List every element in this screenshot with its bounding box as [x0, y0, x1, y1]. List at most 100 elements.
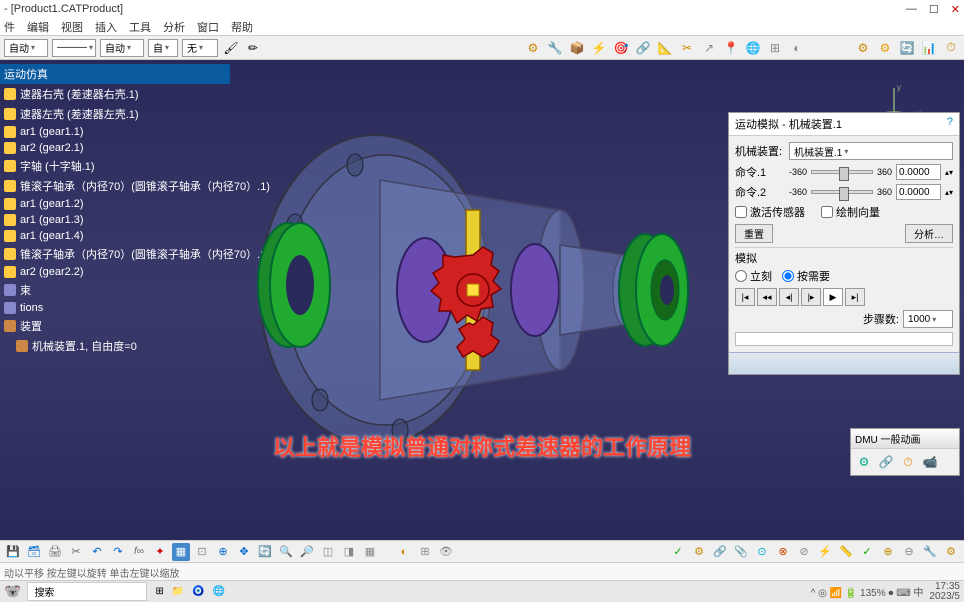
dmu-icon-3[interactable]: ⏱ [899, 453, 917, 471]
hide-icon[interactable]: 👁 [437, 543, 455, 561]
tool-i-icon[interactable]: 📏 [837, 543, 855, 561]
cmd2-value[interactable] [896, 184, 941, 200]
combo-auto-1[interactable]: 自动 [4, 39, 48, 57]
tool-icon-6[interactable]: 🔗 [634, 39, 652, 57]
menu-tools[interactable]: 工具 [129, 19, 151, 35]
fit-icon[interactable]: ⊕ [214, 543, 232, 561]
tool-l-icon[interactable]: ⊖ [900, 543, 918, 561]
tool-a-icon[interactable]: ✓ [669, 543, 687, 561]
cmd1-slider[interactable] [811, 170, 873, 174]
iso-icon[interactable]: ◨ [340, 543, 358, 561]
menu-file[interactable]: 件 [4, 19, 15, 35]
save-all-icon[interactable]: 🗃 [25, 543, 43, 561]
dmu-icon-1[interactable]: ⚙ [855, 453, 873, 471]
tool-d-icon[interactable]: 📎 [732, 543, 750, 561]
tool-b-icon[interactable]: ⚙ [690, 543, 708, 561]
cut-icon[interactable]: ✂ [67, 543, 85, 561]
redo-icon[interactable]: ↷ [109, 543, 127, 561]
shade-icon[interactable]: ◐ [395, 543, 413, 561]
print-icon[interactable]: 🖨 [46, 543, 64, 561]
tool-k-icon[interactable]: ⊕ [879, 543, 897, 561]
vector-checkbox[interactable]: 绘制向量 [821, 204, 880, 220]
combo-none[interactable]: 无 [182, 39, 218, 57]
rotate-icon[interactable]: 🔄 [256, 543, 274, 561]
normal-view-icon[interactable]: ◫ [319, 543, 337, 561]
menu-analyze[interactable]: 分析 [163, 19, 185, 35]
tool-f-icon[interactable]: ⊗ [774, 543, 792, 561]
zoom-in-icon[interactable]: 🔍 [277, 543, 295, 561]
tool-j-icon[interactable]: ✓ [858, 543, 876, 561]
sim-icon-5[interactable]: ⏱ [942, 39, 960, 57]
tool-icon-11[interactable]: 🌐 [744, 39, 762, 57]
menu-edit[interactable]: 编辑 [27, 19, 49, 35]
multi-view-icon[interactable]: ▦ [361, 543, 379, 561]
axis-icon[interactable]: ✦ [151, 543, 169, 561]
save-icon[interactable]: 💾 [4, 543, 22, 561]
tool-icon-4[interactable]: ⚡ [590, 39, 608, 57]
tool-icon-5[interactable]: 🎯 [612, 39, 630, 57]
menu-window[interactable]: 窗口 [197, 19, 219, 35]
combo-line[interactable]: ——— [52, 39, 96, 57]
koala-icon[interactable]: 🐨 [4, 583, 21, 600]
tool-icon-3[interactable]: 📦 [568, 39, 586, 57]
tool-icon-12[interactable]: ⊞ [766, 39, 784, 57]
sim-icon-1[interactable]: ⚙ [854, 39, 872, 57]
rewind-button[interactable]: ◂◂ [757, 288, 777, 306]
menu-insert[interactable]: 插入 [95, 19, 117, 35]
step-fwd-button[interactable]: |▸ [801, 288, 821, 306]
dmu-icon-2[interactable]: 🔗 [877, 453, 895, 471]
combo-auto-2[interactable]: 自动 [100, 39, 144, 57]
tool-icon-8[interactable]: ✂ [678, 39, 696, 57]
paint-icon[interactable]: 🖌 [222, 39, 240, 57]
play-button[interactable]: ▶ [823, 288, 843, 306]
edge-icon[interactable]: 🌐 [213, 586, 225, 597]
dmu-icon-4[interactable]: 📹 [921, 453, 939, 471]
grid-icon[interactable]: ▦ [172, 543, 190, 561]
tool-m-icon[interactable]: 🔧 [921, 543, 939, 561]
device-combo[interactable]: 机械装置.1 [789, 142, 953, 160]
step-back-button[interactable]: ◂| [779, 288, 799, 306]
close-button[interactable]: ✕ [951, 3, 960, 16]
view-icon-1[interactable]: ⊡ [193, 543, 211, 561]
app-icon[interactable]: 🧿 [192, 586, 204, 597]
menu-view[interactable]: 视图 [61, 19, 83, 35]
brush-icon[interactable]: ✏ [244, 39, 262, 57]
sim-icon-2[interactable]: ⚙ [876, 39, 894, 57]
menu-help[interactable]: 帮助 [231, 19, 253, 35]
sim-icon-4[interactable]: 📊 [920, 39, 938, 57]
spinner-icon[interactable]: ▴▾ [945, 168, 953, 177]
tool-g-icon[interactable]: ⊘ [795, 543, 813, 561]
radio-demand[interactable]: 按需要 [782, 268, 830, 284]
cmd2-slider[interactable] [811, 190, 873, 194]
zoom-out-icon[interactable]: 🔎 [298, 543, 316, 561]
analyze-button[interactable]: 分析… [905, 224, 953, 243]
task-view-icon[interactable]: ⊞ [155, 586, 163, 597]
search-box[interactable]: 搜索 [27, 582, 147, 601]
system-tray[interactable]: ^ ◎ 📶 🔋 135% ⏺ ⌨ 中 17:35 2023/5 [811, 582, 960, 602]
reset-button[interactable]: 重置 [735, 224, 773, 243]
sim-icon-3[interactable]: 🔄 [898, 39, 916, 57]
tool-e-icon[interactable]: ⊙ [753, 543, 771, 561]
wire-icon[interactable]: ⊞ [416, 543, 434, 561]
sensor-checkbox[interactable]: 激活传感器 [735, 204, 805, 220]
minimize-button[interactable]: — [906, 3, 917, 16]
tool-icon-2[interactable]: 🔧 [546, 39, 564, 57]
tool-icon-9[interactable]: ↗ [700, 39, 718, 57]
skip-end-button[interactable]: ▸| [845, 288, 865, 306]
tool-icon-7[interactable]: 📐 [656, 39, 674, 57]
tool-icon-13[interactable]: ◐ [788, 39, 806, 57]
step-combo[interactable]: 1000 [903, 310, 953, 328]
help-icon[interactable]: ? [947, 116, 953, 132]
tool-h-icon[interactable]: ⚡ [816, 543, 834, 561]
combo-auto-3[interactable]: 自 [148, 39, 178, 57]
maximize-button[interactable]: ☐ [929, 3, 939, 16]
radio-now[interactable]: 立刻 [735, 268, 772, 284]
spinner-icon[interactable]: ▴▾ [945, 188, 953, 197]
skip-start-button[interactable]: |◂ [735, 288, 755, 306]
cmd1-value[interactable] [896, 164, 941, 180]
tool-n-icon[interactable]: ⚙ [942, 543, 960, 561]
tool-c-icon[interactable]: 🔗 [711, 543, 729, 561]
tool-icon-1[interactable]: ⚙ [524, 39, 542, 57]
explorer-icon[interactable]: 📁 [172, 586, 184, 597]
undo-icon[interactable]: ↶ [88, 543, 106, 561]
